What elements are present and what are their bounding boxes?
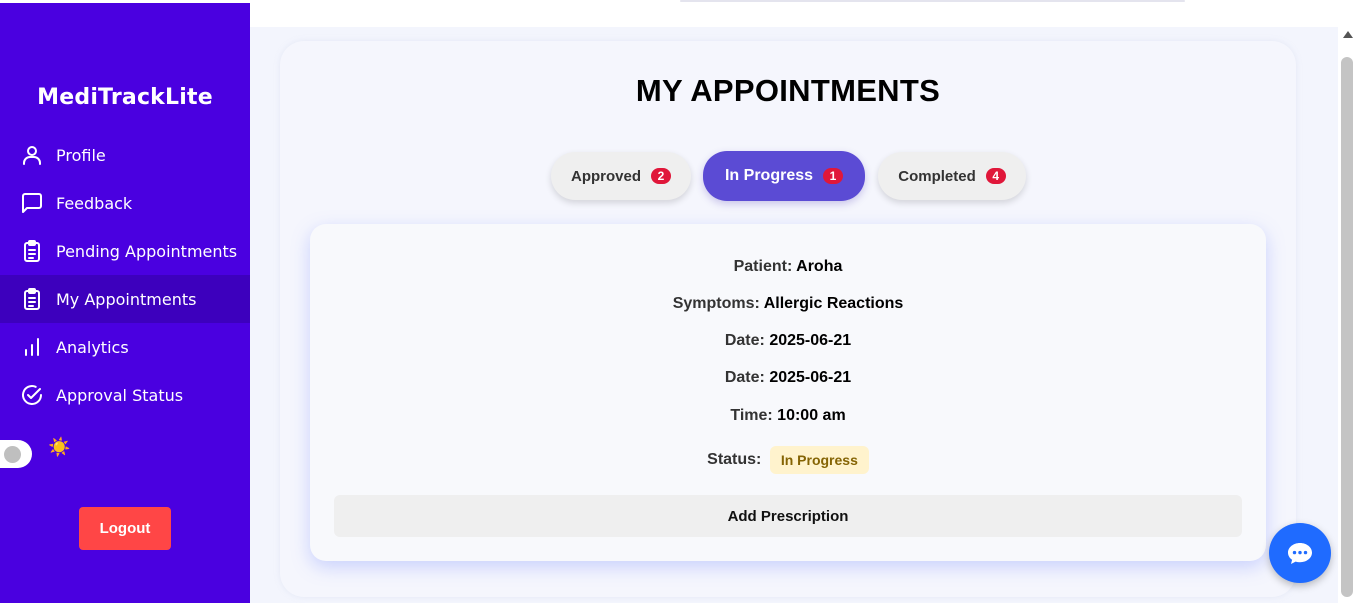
- bar-chart-icon: [25, 338, 39, 356]
- date-field-secondary: Date: 2025-06-21: [310, 369, 1266, 387]
- patient-value: Aroha: [796, 258, 843, 275]
- count-badge: 4: [985, 168, 1006, 184]
- date-value: 2025-06-21: [769, 369, 852, 386]
- chat-icon: [1288, 543, 1312, 564]
- count-badge: 2: [651, 168, 671, 184]
- sidebar-item-label: Approval Status: [56, 385, 184, 405]
- sidebar-item-approval-status[interactable]: Approval Status: [0, 371, 250, 419]
- theme-toggle[interactable]: [0, 440, 32, 468]
- tab-label: Completed: [898, 167, 976, 185]
- patient-label: Patient:: [733, 258, 793, 275]
- tab-label: Approved: [570, 167, 641, 185]
- tab-label: In Progress: [724, 167, 814, 184]
- sidebar-item-label: Pending Appointments: [56, 241, 238, 261]
- sidebar-item-pending-appointments[interactable]: Pending Appointments: [0, 227, 250, 275]
- top-bar: [250, 0, 1338, 27]
- tab-completed[interactable]: Completed 4: [878, 152, 1026, 200]
- sidebar-item-label: My Appointments: [56, 289, 197, 309]
- sidebar-item-feedback[interactable]: Feedback: [0, 179, 250, 227]
- brand-title: MediTrackLite: [37, 85, 213, 110]
- add-prescription-button[interactable]: Add Prescription: [334, 495, 1242, 537]
- sidebar: MediTrackLite Profile Feedback Pending A…: [0, 3, 250, 603]
- chat-button[interactable]: [1269, 523, 1331, 583]
- time-value: 10:00 am: [777, 407, 846, 424]
- status-label: Status:: [707, 451, 762, 469]
- symptoms-value: Allergic Reactions: [763, 295, 904, 312]
- symptoms-field: Symptoms: Allergic Reactions: [310, 295, 1266, 313]
- status-field: Status: In Progress: [310, 446, 1266, 474]
- date-label: Date:: [724, 369, 765, 386]
- time-label: Time:: [730, 407, 773, 424]
- patient-field: Patient: Aroha: [310, 258, 1266, 276]
- sidebar-item-label: Analytics: [56, 337, 129, 357]
- sun-icon: ☀️: [48, 437, 71, 458]
- time-field: Time: 10:00 am: [310, 407, 1266, 425]
- sidebar-item-analytics[interactable]: Analytics: [0, 323, 250, 371]
- date-field: Date: 2025-06-21: [310, 332, 1266, 350]
- message-square-icon: [22, 193, 42, 213]
- scroll-up-arrow-icon[interactable]: [1343, 31, 1353, 38]
- user-icon: [23, 146, 41, 165]
- sidebar-item-my-appointments[interactable]: My Appointments: [0, 275, 250, 323]
- clipboard-list-icon: [24, 288, 40, 310]
- count-badge: 1: [823, 168, 844, 184]
- sidebar-item-profile[interactable]: Profile: [0, 131, 250, 179]
- symptoms-label: Symptoms:: [672, 295, 760, 312]
- tab-approved[interactable]: Approved 2: [551, 152, 691, 200]
- toggle-knob: [4, 446, 21, 463]
- clipboard-list-icon: [24, 240, 40, 262]
- status-badge: In Progress: [769, 446, 869, 474]
- scrollbar-thumb[interactable]: [1341, 57, 1353, 597]
- date-value: 2025-06-21: [769, 332, 852, 349]
- top-bar-divider: [680, 0, 1185, 2]
- tab-in-progress[interactable]: In Progress 1: [703, 151, 865, 201]
- sidebar-item-label: Profile: [56, 145, 106, 165]
- logout-button[interactable]: Logout: [79, 507, 171, 550]
- sidebar-item-label: Feedback: [56, 193, 133, 213]
- page-title: MY APPOINTMENTS: [635, 73, 941, 108]
- check-circle-icon: [22, 385, 42, 405]
- scrollbar[interactable]: [1338, 27, 1358, 603]
- date-label: Date:: [724, 332, 765, 349]
